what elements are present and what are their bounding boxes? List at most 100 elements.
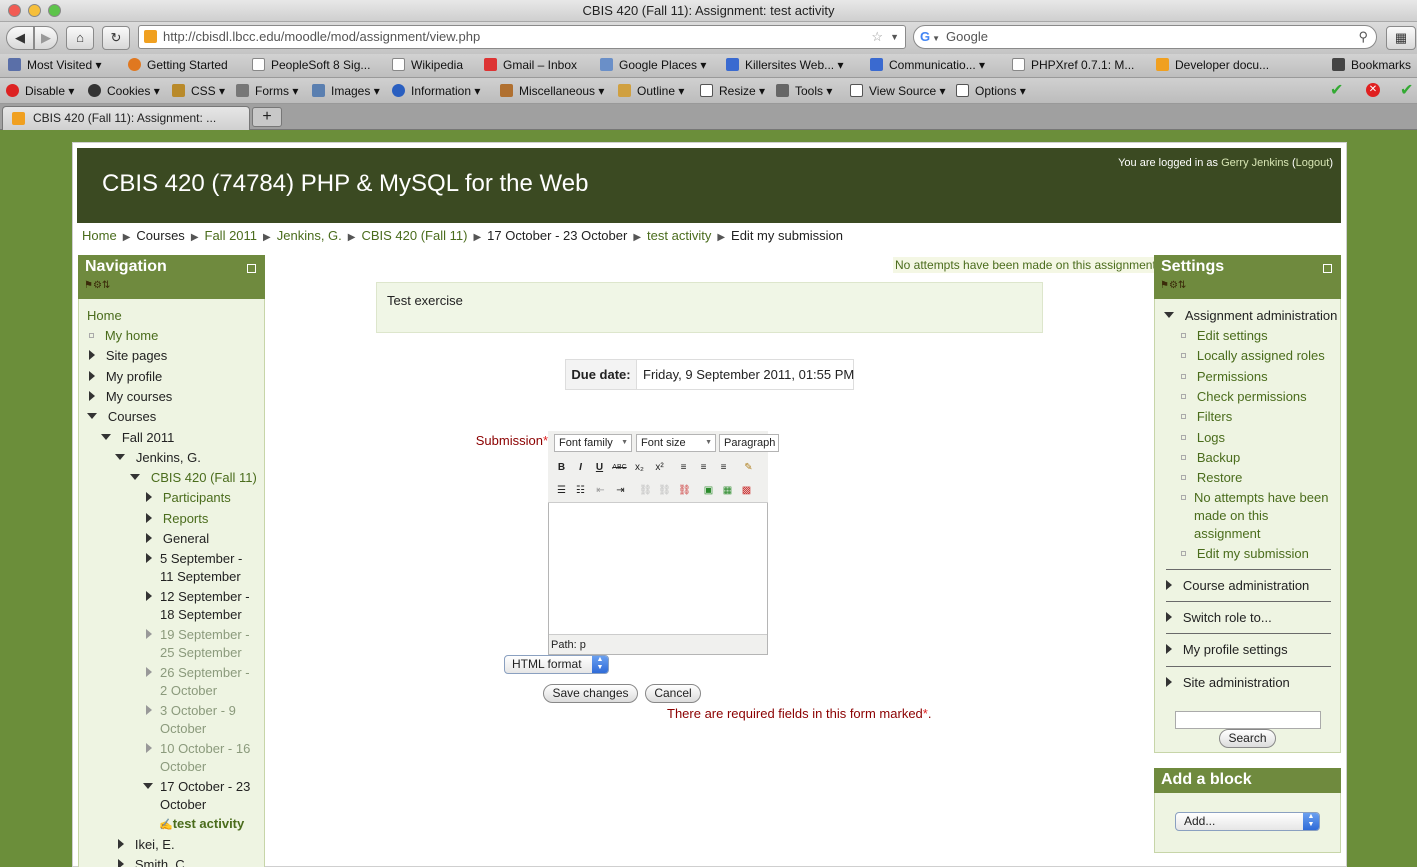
insert-media-icon[interactable]: ▦ (719, 482, 736, 499)
indent-icon[interactable]: ⇥ (612, 482, 629, 499)
block-move-icons[interactable]: ⚑⚙⇅ (84, 280, 110, 291)
nolink-icon[interactable]: ⛓ (676, 482, 693, 499)
settings-search-input[interactable] (1175, 711, 1321, 729)
magnifier-icon[interactable]: ⚲ (1358, 26, 1368, 48)
align-right-icon[interactable]: ≡ (715, 459, 732, 476)
settings-site-admin[interactable]: Site administration (1166, 674, 1290, 692)
dev-resize[interactable]: Resize ▾ (700, 78, 765, 104)
bookmark-gmail[interactable]: Gmail – Inbox (484, 54, 577, 76)
forward-button[interactable]: ▶ (34, 26, 58, 50)
insert-table-icon[interactable]: ▩ (738, 482, 755, 499)
unlink-icon[interactable]: ⛓ (656, 482, 673, 499)
search-engine-dropdown-icon[interactable]: ▼ (932, 34, 940, 43)
nav-site-pages[interactable]: Site pages (89, 347, 167, 365)
nav-week-10-oct[interactable] (146, 740, 152, 758)
bold-icon[interactable]: B (553, 459, 570, 476)
new-tab-button[interactable]: + (252, 107, 282, 127)
cancel-button[interactable]: Cancel (645, 684, 701, 703)
block-move-icons[interactable]: ⚑⚙⇅ (1160, 280, 1186, 291)
breadcrumb-jenkins[interactable]: Jenkins, G. (277, 228, 342, 243)
url-dropdown-icon[interactable]: ▼ (890, 26, 899, 48)
dev-images[interactable]: Images ▾ (312, 78, 380, 104)
align-center-icon[interactable]: ≡ (695, 459, 712, 476)
bookmarks-menu[interactable]: Bookmarks (1332, 54, 1411, 76)
settings-permissions[interactable]: Permissions (1181, 368, 1268, 386)
bookmark-killersites[interactable]: Killersites Web... ▾ (726, 54, 844, 76)
extension-button[interactable]: ▦ (1386, 26, 1416, 50)
insert-image-icon[interactable]: ▣ (700, 482, 717, 499)
paragraph-select[interactable]: Paragraph (719, 434, 779, 452)
breadcrumb-home[interactable]: Home (82, 228, 117, 243)
nav-reports[interactable]: Reports (146, 510, 208, 528)
dev-cookies[interactable]: Cookies ▾ (88, 78, 160, 104)
nav-my-profile[interactable]: My profile (89, 368, 162, 386)
nav-test-activity[interactable]: ✍test activity (159, 815, 244, 834)
settings-no-attempts[interactable] (1181, 489, 1186, 507)
settings-switch-role[interactable]: Switch role to... (1166, 609, 1272, 627)
collapse-icon[interactable] (247, 264, 256, 273)
settings-assignment-admin[interactable]: Assignment administration (1164, 307, 1337, 325)
dev-outline[interactable]: Outline ▾ (618, 78, 684, 104)
bookmark-most-visited[interactable]: Most Visited ▾ (8, 54, 102, 76)
breadcrumb-course[interactable]: CBIS 420 (Fall 11) (361, 228, 467, 243)
dev-options[interactable]: Options ▾ (956, 78, 1026, 104)
bookmark-google-places[interactable]: Google Places ▾ (600, 54, 706, 76)
clear-formatting-icon[interactable]: ✎ (740, 459, 757, 476)
nav-ikei[interactable]: Ikei, E. (118, 836, 175, 854)
bookmark-star-icon[interactable]: ☆ (871, 26, 883, 48)
dev-forms[interactable]: Forms ▾ (236, 78, 298, 104)
bookmark-developer-docs[interactable]: Developer docu... (1156, 54, 1269, 76)
settings-restore[interactable]: Restore (1181, 469, 1242, 487)
zoom-window-icon[interactable] (48, 4, 61, 17)
nav-week-5-sep[interactable] (146, 550, 152, 568)
format-select[interactable]: HTML format ▲ ▼ (504, 655, 609, 674)
nav-my-courses[interactable]: My courses (89, 388, 172, 406)
add-block-select[interactable]: Add... ▲ ▼ (1175, 812, 1320, 831)
dev-information[interactable]: Information ▾ (392, 78, 480, 104)
breadcrumb-activity[interactable]: test activity (647, 228, 711, 243)
settings-profile-settings[interactable]: My profile settings (1166, 641, 1288, 659)
dev-tools[interactable]: Tools ▾ (776, 78, 832, 104)
search-bar[interactable]: G ▼ Google ⚲ (913, 25, 1377, 49)
logout-link[interactable]: Logout (1296, 157, 1330, 169)
settings-course-admin[interactable]: Course administration (1166, 577, 1309, 595)
nav-my-home[interactable]: My home (89, 327, 158, 345)
settings-search-button[interactable]: Search (1219, 729, 1276, 748)
dev-disable[interactable]: Disable ▾ (6, 78, 74, 104)
superscript-icon[interactable]: x² (651, 459, 668, 476)
tab-active[interactable]: CBIS 420 (Fall 11): Assignment: ... (2, 106, 250, 130)
settings-no-attempts-label[interactable]: No attempts have been made on this assignm… (1194, 489, 1328, 543)
save-changes-button[interactable]: Save changes (543, 684, 638, 703)
nav-courses[interactable]: Courses (87, 408, 156, 426)
validate-ok-icon-2[interactable]: ✔ (1400, 78, 1413, 104)
nav-general[interactable]: General (146, 530, 209, 548)
close-window-icon[interactable] (8, 4, 21, 17)
url-bar[interactable]: http://cbisdl.lbcc.edu/moodle/mod/assign… (138, 25, 906, 49)
bookmark-communication[interactable]: Communicatio... ▾ (870, 54, 985, 76)
settings-local-roles[interactable]: Locally assigned roles (1181, 347, 1325, 365)
home-button[interactable]: ⌂ (66, 26, 94, 50)
nav-week-19-sep[interactable] (146, 626, 152, 644)
error-icon[interactable]: ✕ (1366, 83, 1380, 97)
collapse-icon[interactable] (1323, 264, 1332, 273)
bookmark-getting-started[interactable]: Getting Started (128, 54, 228, 76)
breadcrumb-fall-2011[interactable]: Fall 2011 (205, 228, 258, 243)
nav-week-3-oct[interactable] (146, 702, 152, 720)
bookmark-peoplesoft[interactable]: PeopleSoft 8 Sig... (252, 54, 370, 76)
font-size-select[interactable]: Font size ▼ (636, 434, 716, 452)
nav-jenkins[interactable]: Jenkins, G. (115, 449, 201, 467)
settings-check-permissions[interactable]: Check permissions (1181, 388, 1307, 406)
italic-icon[interactable]: I (572, 459, 589, 476)
nav-fall-2011[interactable]: Fall 2011 (101, 429, 174, 447)
settings-backup[interactable]: Backup (1181, 449, 1240, 467)
reload-button[interactable]: ↻ (102, 26, 130, 50)
validate-ok-icon[interactable]: ✔ (1330, 78, 1343, 104)
font-family-select[interactable]: Font family ▼ (554, 434, 632, 452)
bookmark-wikipedia[interactable]: Wikipedia (392, 54, 463, 76)
settings-edit-submission[interactable]: Edit my submission (1181, 545, 1309, 563)
settings-edit-settings[interactable]: Edit settings (1181, 327, 1268, 345)
user-link[interactable]: Gerry Jenkins (1221, 157, 1289, 169)
nav-week-26-sep[interactable] (146, 664, 152, 682)
settings-logs[interactable]: Logs (1181, 429, 1225, 447)
subscript-icon[interactable]: x₂ (631, 459, 648, 476)
